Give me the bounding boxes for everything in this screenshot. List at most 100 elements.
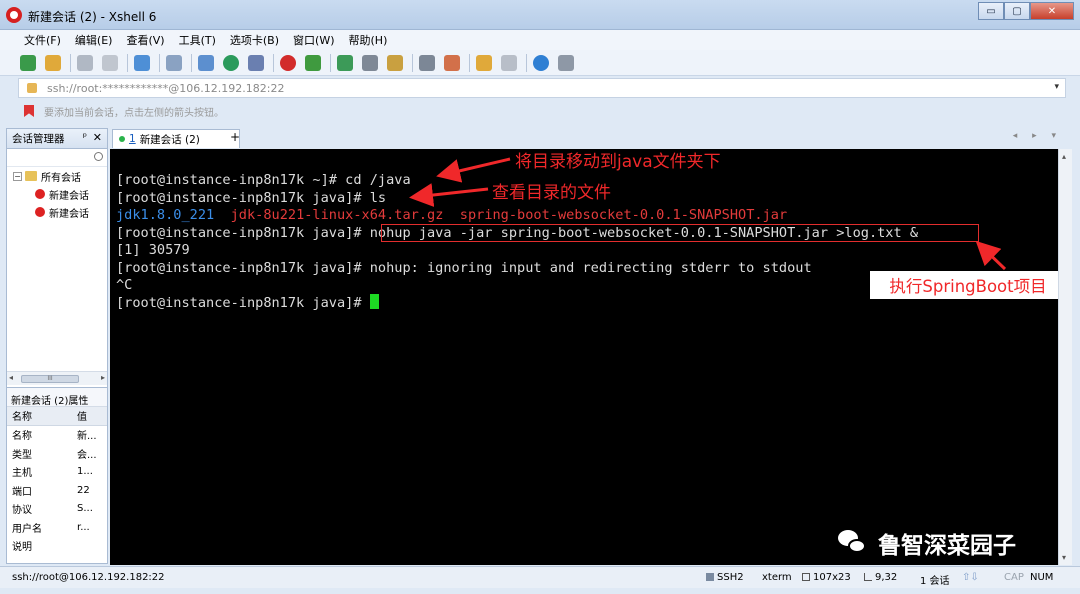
scroll-up-icon[interactable]: ▴: [1062, 152, 1066, 161]
prop-key: 协议: [12, 505, 32, 517]
pin-icon[interactable]: ᵖ: [83, 132, 87, 143]
xshell-logo-icon: [6, 7, 22, 23]
scroll-right-icon[interactable]: ▸: [101, 373, 105, 382]
toolbar: [0, 50, 1080, 76]
window-icon[interactable]: [501, 54, 517, 71]
minimize-button[interactable]: ▭: [978, 2, 1004, 20]
fullscreen-icon[interactable]: [337, 54, 353, 71]
add-tab-button[interactable]: +: [228, 130, 242, 146]
table-row: 用户名 r...: [7, 518, 107, 537]
new-session-icon[interactable]: [20, 54, 36, 71]
tree-root[interactable]: − 所有会话: [7, 167, 107, 185]
connected-status-icon: [119, 136, 125, 142]
scroll-down-icon[interactable]: ▾: [1062, 553, 1066, 562]
lock-icon[interactable]: [387, 54, 403, 71]
status-term: xterm: [762, 572, 792, 583]
tab-bar: 1 新建会话 (2) + ◂ ▸ ▾: [110, 128, 1072, 148]
layout-icon[interactable]: [198, 54, 214, 71]
size-icon: [802, 573, 810, 581]
ls-archive: jdk-8u221-linux-x64.tar.gz: [230, 207, 444, 223]
prop-key: 端口: [12, 486, 32, 498]
terminal-prompt: [root@instance-inp8n17k java]#: [116, 295, 370, 311]
keyboard-icon[interactable]: [419, 54, 435, 71]
vertical-scrollbar[interactable]: ▴ ▾: [1058, 149, 1072, 565]
command-highlight-box: [381, 224, 979, 242]
search-icon[interactable]: [94, 152, 103, 161]
xshell-icon[interactable]: [280, 54, 296, 71]
transfer-icon: ⇧⇩: [962, 572, 979, 583]
menu-edit[interactable]: 编辑(E): [75, 32, 113, 48]
toolbar-separator: [273, 53, 274, 72]
toolbar-separator: [159, 53, 160, 72]
table-row: 说明: [7, 537, 107, 556]
session-search[interactable]: [7, 149, 107, 167]
scroll-thumb[interactable]: III: [21, 375, 79, 383]
compose-icon[interactable]: [362, 54, 378, 71]
maximize-button[interactable]: ▢: [1004, 2, 1030, 20]
highlight-icon[interactable]: [444, 54, 460, 71]
lock-icon: [27, 83, 37, 93]
tab-label: 新建会话 (2): [139, 133, 200, 146]
arrow-move-dir: [436, 157, 511, 183]
prop-value: 22: [77, 484, 90, 496]
search-icon[interactable]: [166, 54, 182, 71]
title-bar: 新建会话 (2) - Xshell 6 ▭ ▢ ✕: [0, 0, 1080, 30]
terminal-line: ^C: [116, 277, 133, 293]
menu-window[interactable]: 窗口(W): [293, 32, 334, 48]
table-row: 类型 会...: [7, 444, 107, 463]
prop-key: 用户名: [12, 523, 42, 535]
unlink-icon[interactable]: [102, 54, 118, 71]
toolbar-separator: [412, 53, 413, 72]
terminal[interactable]: [root@instance-inp8n17k ~]# cd /java [ro…: [110, 149, 1066, 565]
table-row: 名称 新...: [7, 426, 107, 445]
tree-item[interactable]: 新建会话: [7, 185, 107, 203]
menu-help[interactable]: 帮助(H): [349, 32, 388, 48]
terminal-prompt-line: [root@instance-inp8n17k java]#: [116, 294, 379, 312]
menu-bar: 文件(F) 编辑(E) 查看(V) 工具(T) 选项卡(B) 窗口(W) 帮助(…: [0, 30, 1080, 50]
properties-icon[interactable]: [134, 54, 150, 71]
annotation-view-files: 查看目录的文件: [492, 183, 611, 203]
open-folder-icon[interactable]: [45, 54, 61, 71]
terminal-line: [root@instance-inp8n17k java]# nohup: ig…: [116, 260, 812, 276]
terminal-line-ls: jdk1.8.0_221 jdk-8u221-linux-x64.tar.gz …: [116, 206, 787, 224]
xftp-icon[interactable]: [305, 54, 321, 71]
address-bar[interactable]: ssh://root:************@106.12.192.182:2…: [18, 78, 1066, 98]
tab-navigation[interactable]: ◂ ▸ ▾: [1013, 131, 1062, 141]
scroll-left-icon[interactable]: ◂: [9, 373, 13, 382]
table-row: 主机 1...: [7, 463, 107, 482]
help-icon[interactable]: [533, 54, 549, 71]
horizontal-scrollbar[interactable]: ◂ III ▸: [7, 371, 107, 385]
annotation-run-project: 执行SpringBoot项目: [870, 271, 1066, 299]
tab-session[interactable]: 1 新建会话 (2): [112, 129, 240, 148]
properties-header: 名称 值: [7, 407, 107, 426]
status-num: NUM: [1030, 572, 1054, 583]
tree-item[interactable]: 新建会话: [7, 203, 107, 221]
menu-file[interactable]: 文件(F): [24, 32, 61, 48]
address-value: ssh://root:************@106.12.192.182:2…: [47, 81, 285, 95]
chat-icon[interactable]: [558, 54, 574, 71]
toolbar-separator: [330, 53, 331, 72]
hint-text: 要添加当前会话，点击左侧的箭头按钮。: [44, 107, 224, 119]
menu-tabs[interactable]: 选项卡(B): [230, 32, 279, 48]
menu-view[interactable]: 查看(V): [126, 32, 164, 48]
close-icon[interactable]: ✕: [93, 131, 102, 144]
session-icon: [35, 207, 45, 217]
prop-value: 1...: [77, 466, 93, 478]
chevron-down-icon[interactable]: ▾: [1054, 82, 1059, 92]
table-row: 端口 22: [7, 481, 107, 500]
globe-icon[interactable]: [223, 54, 239, 71]
window-title: 新建会话 (2) - Xshell 6: [28, 10, 157, 24]
terminal-cursor: [369, 294, 379, 309]
collapse-icon[interactable]: −: [13, 171, 22, 181]
close-button[interactable]: ✕: [1030, 2, 1074, 20]
prop-value: r...: [77, 521, 90, 533]
toolbar-separator: [191, 53, 192, 72]
link-icon[interactable]: [77, 54, 93, 71]
status-caps: CAP: [1004, 572, 1024, 583]
font-icon[interactable]: [248, 54, 264, 71]
toolbar-separator: [469, 53, 470, 72]
menu-tools[interactable]: 工具(T): [179, 32, 216, 48]
cursor-pos-icon: [864, 573, 872, 581]
bookmark-icon[interactable]: [24, 105, 34, 117]
script-icon[interactable]: [476, 54, 492, 71]
